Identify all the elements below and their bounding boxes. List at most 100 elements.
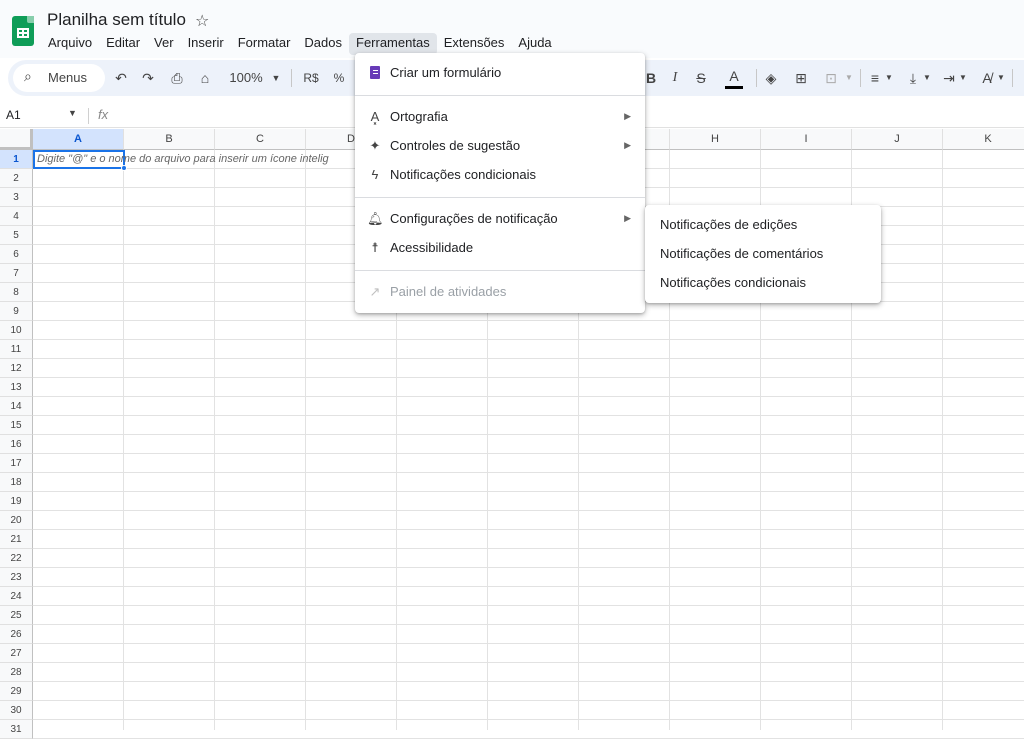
row-header[interactable]: 31 xyxy=(0,720,33,739)
row-header[interactable]: 21 xyxy=(0,530,33,549)
chevron-down-icon[interactable]: ▼ xyxy=(844,67,854,89)
menu-item-notificacoes-condicionais[interactable]: ϟ Notificações condicionais xyxy=(355,161,645,189)
row-header[interactable]: 26 xyxy=(0,625,33,644)
row-header[interactable]: 4 xyxy=(0,207,33,226)
grid-line xyxy=(33,548,1024,549)
menu-item-controles-sugestao[interactable]: ✦ Controles de sugestão ▶ xyxy=(355,132,645,160)
italic-button[interactable]: I xyxy=(668,67,682,89)
undo-icon[interactable]: ↶ xyxy=(112,67,130,89)
row-header[interactable]: 5 xyxy=(0,226,33,245)
row-header[interactable]: 24 xyxy=(0,587,33,606)
row-header[interactable]: 6 xyxy=(0,245,33,264)
row-header[interactable]: 28 xyxy=(0,663,33,682)
row-header[interactable]: 12 xyxy=(0,359,33,378)
menu-item-label: Painel de atividades xyxy=(390,284,507,299)
row-header[interactable]: 2 xyxy=(0,169,33,188)
fill-color-icon[interactable]: ◈ xyxy=(762,67,780,89)
name-box[interactable]: A1 xyxy=(6,108,21,122)
row-header[interactable]: 20 xyxy=(0,511,33,530)
row-header[interactable]: 22 xyxy=(0,549,33,568)
select-all-corner[interactable] xyxy=(0,129,33,150)
bold-button[interactable]: B xyxy=(644,67,658,89)
row-header[interactable]: 25 xyxy=(0,606,33,625)
borders-icon[interactable]: ⊞ xyxy=(792,67,810,89)
row-header[interactable]: 7 xyxy=(0,264,33,283)
row-header[interactable]: 19 xyxy=(0,492,33,511)
row-header[interactable]: 1 xyxy=(0,150,33,169)
print-icon[interactable]: ⎙ xyxy=(168,67,186,89)
toolbar-divider xyxy=(756,69,757,87)
row-header[interactable]: 14 xyxy=(0,397,33,416)
row-header[interactable]: 9 xyxy=(0,302,33,321)
column-header[interactable]: C xyxy=(215,129,306,150)
grid-line xyxy=(33,339,1024,340)
row-header[interactable]: 10 xyxy=(0,321,33,340)
menu-item-criar-formulario[interactable]: Criar um formulário xyxy=(355,59,645,87)
row-header[interactable]: 18 xyxy=(0,473,33,492)
strikethrough-button[interactable]: S xyxy=(694,67,708,89)
menu-item-label: Criar um formulário xyxy=(390,65,502,80)
menu-divider xyxy=(355,95,645,96)
menu-ajuda[interactable]: Ajuda xyxy=(511,33,558,55)
row-header[interactable]: 11 xyxy=(0,340,33,359)
row-header[interactable]: 23 xyxy=(0,568,33,587)
column-header[interactable]: I xyxy=(761,129,852,150)
chevron-down-icon[interactable]: ▼ xyxy=(884,67,894,89)
menu-dados[interactable]: Dados xyxy=(297,33,349,55)
document-title[interactable]: Planilha sem título xyxy=(47,10,186,30)
row-header[interactable]: 8 xyxy=(0,283,33,302)
chevron-down-icon[interactable]: ▼ xyxy=(958,67,968,89)
menu-inserir[interactable]: Inserir xyxy=(181,33,231,55)
row-header[interactable]: 16 xyxy=(0,435,33,454)
chevron-down-icon[interactable]: ▼ xyxy=(996,67,1006,89)
text-color-button[interactable]: A xyxy=(725,67,743,89)
menu-ferramentas[interactable]: Ferramentas xyxy=(349,33,437,55)
sheets-logo-icon[interactable] xyxy=(12,16,34,46)
redo-icon[interactable]: ↷ xyxy=(139,67,157,89)
row-header[interactable]: 27 xyxy=(0,644,33,663)
search-menus-button[interactable]: ⌕ Menus xyxy=(13,64,105,92)
percent-format-button[interactable]: % xyxy=(330,67,348,89)
fill-handle[interactable] xyxy=(121,165,127,171)
column-header[interactable]: H xyxy=(670,129,761,150)
star-icon[interactable]: ☆ xyxy=(195,11,209,31)
row-header[interactable]: 13 xyxy=(0,378,33,397)
column-header[interactable]: B xyxy=(124,129,215,150)
chevron-down-icon[interactable]: ▼ xyxy=(270,67,282,89)
row-header[interactable]: 29 xyxy=(0,682,33,701)
grid-line xyxy=(33,586,1024,587)
submenu-item-notificacoes-comentarios[interactable]: Notificações de comentários xyxy=(645,240,881,268)
menu-extensoes[interactable]: Extensões xyxy=(437,33,512,55)
menu-formatar[interactable]: Formatar xyxy=(231,33,298,55)
grid-line xyxy=(33,605,1024,606)
submenu-item-notificacoes-edicoes[interactable]: Notificações de edições xyxy=(645,211,881,239)
chevron-down-icon[interactable]: ▼ xyxy=(68,108,77,118)
menu-arquivo[interactable]: Arquivo xyxy=(41,33,99,55)
paint-format-icon[interactable]: ⌂ xyxy=(196,67,214,89)
align-left-icon[interactable]: ≡ xyxy=(866,67,884,89)
menu-item-ortografia[interactable]: A͓ Ortografia ▶ xyxy=(355,103,645,131)
text-rotation-icon[interactable]: A̸ xyxy=(978,67,996,89)
column-header[interactable]: K xyxy=(943,129,1024,150)
zoom-select[interactable]: 100% xyxy=(226,67,266,89)
row-header[interactable]: 15 xyxy=(0,416,33,435)
menu-editar[interactable]: Editar xyxy=(99,33,147,55)
column-header[interactable]: A xyxy=(33,129,124,150)
grid-line xyxy=(33,472,1024,473)
row-header[interactable]: 30 xyxy=(0,701,33,720)
menu-item-acessibilidade[interactable]: ☨ Acessibilidade xyxy=(355,234,645,262)
column-header[interactable]: J xyxy=(852,129,943,150)
submenu-item-notificacoes-condicionais[interactable]: Notificações condicionais xyxy=(645,269,881,297)
row-header[interactable]: 3 xyxy=(0,188,33,207)
grid-line xyxy=(33,719,1024,720)
text-wrap-icon[interactable]: ⇥ xyxy=(940,67,958,89)
vertical-align-icon[interactable]: ⤓ xyxy=(904,67,922,89)
chevron-down-icon[interactable]: ▼ xyxy=(922,67,932,89)
grid-line xyxy=(33,415,1024,416)
currency-format-button[interactable]: R$ xyxy=(300,67,322,89)
row-header[interactable]: 17 xyxy=(0,454,33,473)
menu-item-configuracoes-notificacao[interactable]: 🔔︎ Configurações de notificação ▶ xyxy=(355,205,645,233)
menu-ver[interactable]: Ver xyxy=(147,33,181,55)
grid-line xyxy=(33,396,1024,397)
merge-cells-icon[interactable]: ⊡ xyxy=(822,67,840,89)
